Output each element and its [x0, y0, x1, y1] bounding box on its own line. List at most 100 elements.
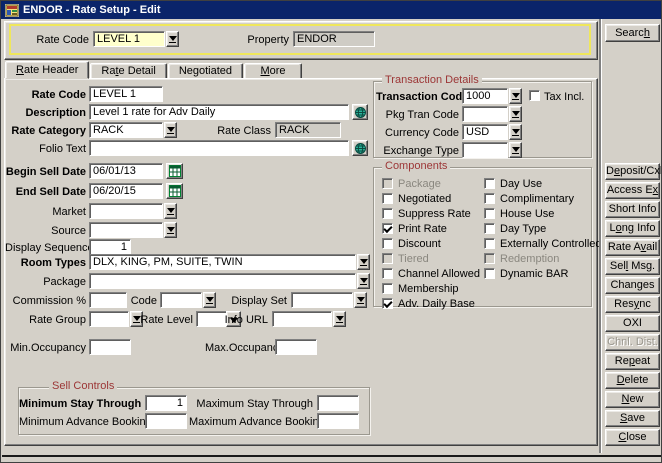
side-button-stack: Deposit/Cxl Access Ex Short Info Long Info R…	[605, 163, 660, 446]
commission-code-field[interactable]	[160, 292, 202, 308]
close-button[interactable]: Close	[605, 429, 660, 446]
oxi-button[interactable]: OXI	[605, 315, 660, 332]
dynamic-bar-checkbox[interactable]	[484, 268, 495, 279]
source-dropdown-icon[interactable]	[164, 222, 177, 238]
commission-code-dropdown-icon[interactable]	[203, 292, 216, 308]
changes-button[interactable]: Changes	[605, 277, 660, 294]
new-button[interactable]: New	[605, 391, 660, 408]
min-adv-booking-field[interactable]	[145, 413, 187, 429]
title-bar: ENDOR - Rate Setup - Edit	[1, 1, 661, 19]
currency-code-dropdown-icon[interactable]	[509, 124, 522, 140]
component-negotiated[interactable]: Negotiated	[382, 191, 480, 206]
display-set-dropdown-icon[interactable]	[354, 292, 367, 308]
room-types-label: Room Types	[5, 256, 86, 270]
room-types-dropdown-icon[interactable]	[357, 254, 370, 270]
component-membership[interactable]: Membership	[382, 281, 480, 296]
info-url-label: Info URL	[220, 313, 268, 327]
components-right: Day UseComplimentaryHouse UseDay TypeExt…	[484, 176, 602, 281]
min-adv-booking-label: Minimum Advance Booking	[19, 415, 141, 429]
component-suppress-rate[interactable]: Suppress Rate	[382, 206, 480, 221]
component-channel-allowed[interactable]: Channel Allowed	[382, 266, 480, 281]
rate-avail-button[interactable]: Rate Avail	[605, 239, 660, 256]
source-field[interactable]	[89, 222, 163, 238]
pkg-tran-code-field[interactable]	[462, 106, 508, 122]
info-url-dropdown-icon[interactable]	[333, 311, 346, 327]
max-stay-field[interactable]	[317, 395, 359, 411]
component-discount[interactable]: Discount	[382, 236, 480, 251]
header-rate-code-field[interactable]	[93, 31, 165, 47]
day-type-checkbox[interactable]	[484, 223, 495, 234]
negotiated-checkbox[interactable]	[382, 193, 393, 204]
access-ex-button[interactable]: Access Ex	[605, 182, 660, 199]
exchange-type-dropdown-icon[interactable]	[509, 142, 522, 158]
market-dropdown-icon[interactable]	[164, 203, 177, 219]
info-url-field[interactable]	[272, 311, 332, 327]
tab-more[interactable]: More	[244, 63, 302, 79]
component-redemption: Redemption	[484, 251, 602, 266]
complimentary-checkbox[interactable]	[484, 193, 495, 204]
externally-controlled-checkbox[interactable]	[484, 238, 495, 249]
long-info-button[interactable]: Long Info	[605, 220, 660, 237]
delete-button[interactable]: Delete	[605, 372, 660, 389]
rate-group-field[interactable]	[89, 311, 129, 327]
rate-code-field[interactable]	[89, 86, 163, 102]
search-button[interactable]: Search	[605, 24, 660, 42]
component-adv-daily-base[interactable]: Adv. Daily Base	[382, 296, 480, 311]
transaction-code-field[interactable]	[462, 88, 508, 104]
display-set-field[interactable]	[291, 292, 353, 308]
short-info-button[interactable]: Short Info	[605, 201, 660, 218]
component-day-type[interactable]: Day Type	[484, 221, 602, 236]
adv-daily-base-checkbox[interactable]	[382, 298, 393, 309]
channel-allowed-checkbox[interactable]	[382, 268, 393, 279]
market-field[interactable]	[89, 203, 163, 219]
component-dynamic-bar[interactable]: Dynamic BAR	[484, 266, 602, 281]
folio-text-translate-globe-icon[interactable]	[352, 140, 368, 156]
rate-group-label: Rate Group	[5, 313, 86, 327]
rate-category-field[interactable]	[89, 122, 163, 138]
end-sell-date-calendar-icon[interactable]	[166, 183, 183, 199]
tab-rate-detail[interactable]: Rate Detail	[90, 63, 166, 79]
tab-rate-header[interactable]: Rate Header	[5, 61, 89, 79]
sell-msg-button[interactable]: Sell Msg.	[605, 258, 660, 275]
min-stay-label: Minimum Stay Through	[19, 397, 141, 411]
commission-code-label: Code	[105, 294, 157, 308]
currency-code-field[interactable]	[462, 124, 508, 140]
save-button[interactable]: Save	[605, 410, 660, 427]
deposit-cxl-button[interactable]: Deposit/Cxl	[605, 163, 660, 180]
print-rate-checkbox[interactable]	[382, 223, 393, 234]
min-stay-field[interactable]	[145, 395, 187, 411]
description-translate-globe-icon[interactable]	[352, 104, 368, 120]
discount-checkbox[interactable]	[382, 238, 393, 249]
min-occupancy-field[interactable]	[89, 339, 131, 355]
display-sequence-field[interactable]	[89, 239, 131, 255]
package-field[interactable]	[89, 273, 356, 289]
rate-category-dropdown-icon[interactable]	[164, 122, 177, 138]
max-occupancy-field[interactable]	[275, 339, 317, 355]
suppress-rate-checkbox[interactable]	[382, 208, 393, 219]
begin-sell-date-field[interactable]	[89, 163, 163, 179]
transaction-code-dropdown-icon[interactable]	[509, 88, 522, 104]
house-use-checkbox[interactable]	[484, 208, 495, 219]
max-adv-booking-field[interactable]	[317, 413, 359, 429]
room-types-field[interactable]	[89, 254, 356, 270]
exchange-type-field[interactable]	[462, 142, 508, 158]
membership-checkbox[interactable]	[382, 283, 393, 294]
resync-button[interactable]: Resync	[605, 296, 660, 313]
component-print-rate[interactable]: Print Rate	[382, 221, 480, 236]
begin-sell-date-calendar-icon[interactable]	[166, 163, 183, 179]
package-dropdown-icon[interactable]	[357, 273, 370, 289]
membership-checkbox-label: Membership	[398, 283, 459, 295]
repeat-button[interactable]: Repeat	[605, 353, 660, 370]
component-house-use[interactable]: House Use	[484, 206, 602, 221]
tax-incl-checkbox[interactable]	[529, 90, 540, 101]
tab-negotiated[interactable]: Negotiated	[168, 63, 243, 79]
description-field[interactable]	[89, 104, 349, 120]
pkg-tran-code-dropdown-icon[interactable]	[509, 106, 522, 122]
folio-text-field[interactable]	[89, 140, 349, 156]
end-sell-date-field[interactable]	[89, 183, 163, 199]
component-externally-controlled[interactable]: Externally Controlled	[484, 236, 602, 251]
component-day-use[interactable]: Day Use	[484, 176, 602, 191]
day-use-checkbox[interactable]	[484, 178, 495, 189]
component-complimentary[interactable]: Complimentary	[484, 191, 602, 206]
rate-class-field	[275, 122, 341, 138]
